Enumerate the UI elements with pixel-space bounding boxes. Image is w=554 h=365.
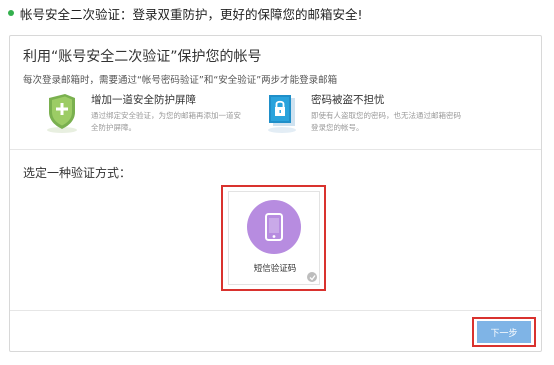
shield-plus-icon <box>43 90 81 134</box>
panel-subtitle: 每次登录邮箱时，需要通过“帐号密码验证”和“安全验证”两步才能登录邮箱 <box>23 75 338 86</box>
lock-file-icon <box>263 90 301 134</box>
notice-text: 帐号安全二次验证：登录双重防护，更好的保障您的邮箱安全! <box>20 6 363 22</box>
checkmark-icon <box>307 272 317 282</box>
benefit-description: 通过绑定安全验证，为您的邮箱再添加一道安全防护屏障。 <box>91 111 241 132</box>
benefit-item-password: 密码被盗不担忧 即使有人盗取您的密码，也无法通过邮箱密码登录您的帐号。 <box>263 90 461 134</box>
section-divider <box>10 149 541 150</box>
panel-title: 利用“账号安全二次验证”保护您的帐号 <box>23 49 262 65</box>
footer-divider <box>10 310 541 311</box>
sms-code-method-option[interactable]: 短信验证码 <box>228 191 320 285</box>
benefit-item-barrier: 增加一道安全防护屏障 通过绑定安全验证，为您的邮箱再添加一道安全防护屏障。 <box>43 90 241 134</box>
status-dot-icon <box>8 10 14 16</box>
benefit-description: 即使有人盗取您的密码，也无法通过邮箱密码登录您的帐号。 <box>311 111 461 132</box>
choose-method-label: 选定一种验证方式： <box>23 166 132 180</box>
next-step-button[interactable]: 下一步 <box>477 321 531 343</box>
benefit-title: 密码被盗不担忧 <box>311 94 385 106</box>
notice-bar: 帐号安全二次验证：登录双重防护，更好的保障您的邮箱安全! <box>0 0 554 26</box>
mobile-phone-icon <box>247 200 301 254</box>
security-panel: 利用“账号安全二次验证”保护您的帐号 每次登录邮箱时，需要通过“帐号密码验证”和… <box>9 35 542 352</box>
method-label: 短信验证码 <box>253 264 297 274</box>
benefit-title: 增加一道安全防护屏障 <box>91 94 196 106</box>
